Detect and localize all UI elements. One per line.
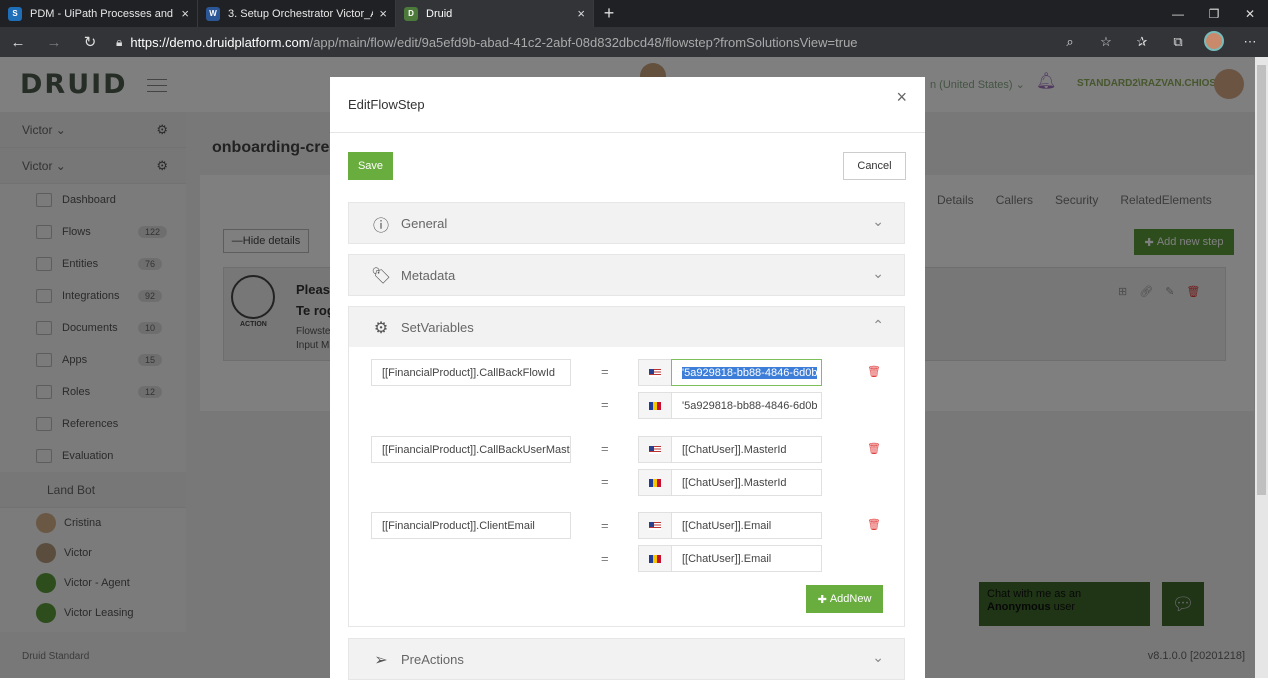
us-flag-icon bbox=[638, 512, 672, 539]
ro-flag-icon bbox=[638, 392, 672, 419]
delete-icon[interactable]: 🗑︎ bbox=[867, 442, 881, 455]
ro-flag-icon bbox=[638, 469, 672, 496]
restore-icon[interactable]: ❐ bbox=[1196, 0, 1232, 27]
variable-value-input-en[interactable]: [[ChatUser]].Email bbox=[671, 512, 822, 539]
equals-sign: = bbox=[601, 474, 609, 489]
uipath-icon: S bbox=[8, 6, 22, 21]
browser-tabbar: S PDM - UiPath Processes and Set × W 3. … bbox=[0, 0, 1268, 27]
variable-value-input-ro[interactable]: [[ChatUser]].Email bbox=[671, 545, 822, 572]
profile-avatar[interactable] bbox=[1196, 30, 1232, 54]
send-icon: ➢ bbox=[374, 652, 388, 669]
new-tab-button[interactable]: + bbox=[594, 0, 624, 27]
close-window-icon[interactable]: ✕ bbox=[1232, 0, 1268, 27]
scrollbar-thumb[interactable] bbox=[1257, 65, 1266, 495]
panel-label: General bbox=[401, 216, 448, 231]
favorites-bar-icon[interactable]: ✰ bbox=[1124, 34, 1160, 50]
lock-icon: 🔒︎ bbox=[116, 34, 123, 49]
equals-sign: = bbox=[601, 441, 609, 456]
equals-sign: = bbox=[601, 364, 609, 379]
add-new-label: AddNew bbox=[829, 593, 872, 605]
variable-name-input[interactable]: [[FinancialProduct]].CallBackUserMast bbox=[371, 436, 571, 463]
browser-tab-word[interactable]: W 3. Setup Orchestrator Victor_Adv × bbox=[198, 0, 396, 27]
url-field[interactable]: 🔒︎ https://demo.druidplatform.com/app/ma… bbox=[108, 31, 1052, 53]
window-controls: — ❐ ✕ bbox=[1160, 0, 1268, 27]
panel-general[interactable]: ⓘ General ⌄ bbox=[348, 202, 905, 244]
address-bar: ← → ↻ 🔒︎ https://demo.druidplatform.com /… bbox=[0, 27, 1268, 57]
chevron-down-icon: ⌄ bbox=[872, 649, 884, 665]
variable-name-input[interactable]: [[FinancialProduct]].CallBackFlowId bbox=[371, 359, 571, 386]
close-tab-icon[interactable]: × bbox=[181, 6, 189, 21]
app-page: DRUID n (United States) ⌄ 🔔︎ STANDARD2\R… bbox=[0, 57, 1268, 687]
delete-icon[interactable]: 🗑︎ bbox=[867, 365, 881, 378]
us-flag-icon bbox=[638, 359, 672, 386]
us-flag-icon bbox=[638, 436, 672, 463]
druid-icon: D bbox=[404, 6, 418, 21]
variable-name-input[interactable]: [[FinancialProduct]].ClientEmail bbox=[371, 512, 571, 539]
equals-sign: = bbox=[601, 518, 609, 533]
panel-label: PreActions bbox=[401, 652, 464, 667]
variable-value-input-ro[interactable]: '5a929818-bb88-4846-6d0b bbox=[671, 392, 822, 419]
modal-title: EditFlowStep bbox=[348, 97, 425, 112]
page-scrollbar[interactable] bbox=[1255, 57, 1268, 678]
equals-sign: = bbox=[601, 551, 609, 566]
modal-header: EditFlowStep × bbox=[330, 77, 925, 133]
close-icon[interactable]: × bbox=[896, 87, 907, 108]
equals-sign: = bbox=[601, 397, 609, 412]
cancel-button[interactable]: Cancel bbox=[843, 152, 906, 180]
edit-flow-step-modal: EditFlowStep × Save Cancel ⓘ General ⌄ 🏷… bbox=[330, 77, 925, 687]
panel-preactions[interactable]: ➢ PreActions ⌄ bbox=[348, 638, 905, 680]
ro-flag-icon bbox=[638, 545, 672, 572]
chevron-up-icon: ⌃ bbox=[872, 317, 884, 333]
add-new-variable-button[interactable]: ✚ AddNew bbox=[806, 585, 883, 613]
tab-title: 3. Setup Orchestrator Victor_Adv bbox=[228, 7, 374, 20]
browser-tab-druid[interactable]: D Druid × bbox=[396, 0, 594, 27]
chevron-down-icon: ⌄ bbox=[872, 265, 884, 281]
browser-tab-uipath[interactable]: S PDM - UiPath Processes and Set × bbox=[0, 0, 198, 27]
variable-value-input-ro[interactable]: [[ChatUser]].MasterId bbox=[671, 469, 822, 496]
tab-title: Druid bbox=[426, 7, 453, 20]
gear-icon: ⚙ bbox=[373, 320, 389, 337]
minimize-icon[interactable]: — bbox=[1160, 0, 1196, 27]
forward-icon[interactable]: → bbox=[36, 34, 72, 51]
zoom-icon[interactable]: ⌕ bbox=[1052, 34, 1088, 50]
collections-icon[interactable]: ⧉ bbox=[1160, 34, 1196, 50]
variable-value-input-en[interactable]: [[ChatUser]].MasterId bbox=[671, 436, 822, 463]
info-icon: ⓘ bbox=[372, 218, 389, 235]
chevron-down-icon: ⌄ bbox=[872, 213, 884, 229]
delete-icon[interactable]: 🗑︎ bbox=[867, 518, 881, 531]
save-button[interactable]: Save bbox=[348, 152, 393, 180]
favorite-star-icon[interactable]: ☆ bbox=[1088, 34, 1124, 50]
panel-label: SetVariables bbox=[401, 320, 474, 335]
close-tab-icon[interactable]: × bbox=[379, 6, 387, 21]
url-path: /app/main/flow/edit/9a5efd9b-abad-41c2-2… bbox=[309, 34, 858, 50]
more-menu-icon[interactable]: ⋯ bbox=[1232, 34, 1268, 50]
panel-setvariables[interactable]: ⚙ SetVariables ⌃ bbox=[348, 306, 905, 348]
selected-text: '5a929818-bb88-4846-6d0b bbox=[682, 366, 818, 379]
close-tab-icon[interactable]: × bbox=[577, 6, 585, 21]
tag-icon: 🏷︎ bbox=[370, 268, 392, 285]
panel-label: Metadata bbox=[401, 268, 456, 283]
panel-metadata[interactable]: 🏷︎ Metadata ⌄ bbox=[348, 254, 905, 296]
variable-value-input-en[interactable]: '5a929818-bb88-4846-6d0b bbox=[671, 359, 822, 386]
word-icon: W bbox=[206, 6, 220, 21]
back-icon[interactable]: ← bbox=[0, 34, 36, 51]
tab-title: PDM - UiPath Processes and Set bbox=[30, 7, 175, 20]
refresh-icon[interactable]: ↻ bbox=[72, 33, 108, 51]
url-host: https://demo.druidplatform.com bbox=[130, 34, 310, 50]
